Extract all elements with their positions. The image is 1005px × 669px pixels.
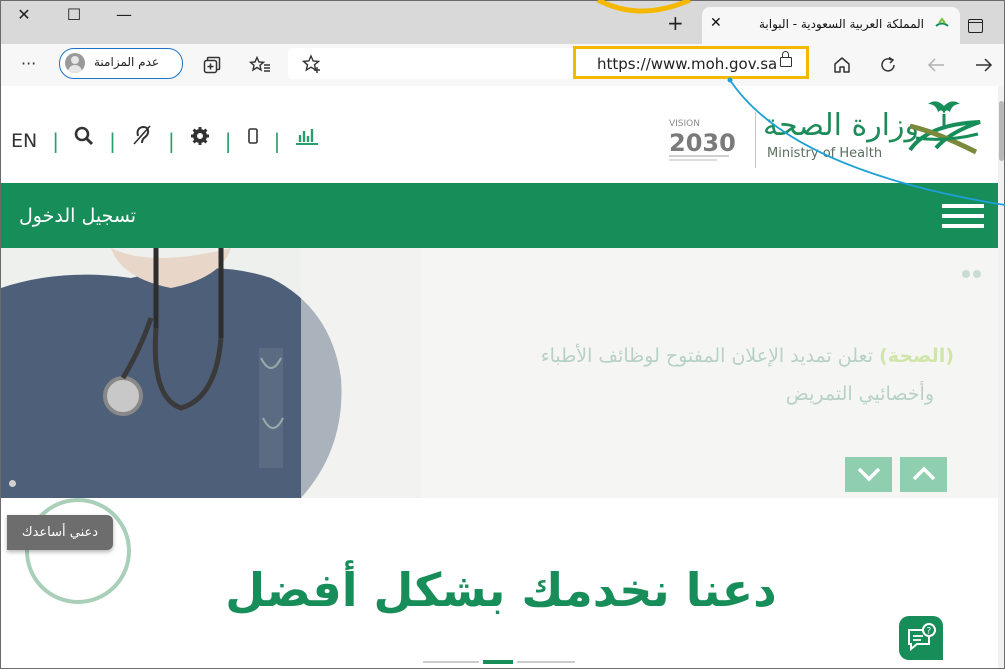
vision-2030-logo: VISION 2030 (669, 119, 736, 161)
favorites-icon[interactable] (249, 56, 271, 74)
mobile-icon[interactable] (247, 126, 259, 146)
gear-icon[interactable] (190, 126, 210, 146)
tab-active[interactable]: ✕ المملكة العربية السعودية - البوابة (702, 7, 960, 44)
tab-favicon-icon (935, 17, 949, 27)
tab-close-icon[interactable]: ✕ (710, 15, 722, 31)
add-favorite-icon[interactable] (302, 54, 322, 74)
chat-icon: ? (908, 623, 936, 652)
ministry-logo-icon[interactable] (906, 98, 984, 158)
slider-indicator[interactable] (9, 480, 16, 487)
back-icon[interactable] (927, 57, 945, 73)
hero-headline-line2[interactable]: وأخصائيي التمريض (601, 383, 934, 405)
svg-text:VISION: VISION (669, 119, 700, 129)
hero-slider: (الصحة) تعلن تمديد الإعلان المفتوح لوظائ… (1, 248, 998, 498)
browser-window: ✕ ☐ — + ✕ المملكة العربية السعودية - الب… (0, 0, 1005, 669)
ministry-name-arabic: وزارة الصحة (763, 108, 919, 143)
minimize-window-button[interactable]: — (109, 4, 139, 26)
close-icon: ✕ (17, 5, 31, 24)
close-window-button[interactable]: ✕ (9, 4, 39, 26)
navigation-bar: ··· عدم المزامنة https://www.moh.gov.sa (1, 44, 1004, 87)
slider-down-button[interactable] (845, 457, 892, 492)
divider: | (109, 128, 116, 153)
section-indicator (517, 661, 575, 663)
section-indicator (423, 661, 479, 663)
tab-actions-icon[interactable] (968, 19, 983, 33)
slider-dots[interactable] (959, 263, 981, 282)
main-navigation-bar: تسجيل الدخول (1, 183, 998, 248)
divider: | (52, 128, 60, 153)
home-icon[interactable] (833, 56, 851, 74)
url-text[interactable]: https://www.moh.gov.sa (597, 55, 777, 73)
svg-text:2030: 2030 (669, 129, 736, 157)
login-link[interactable]: تسجيل الدخول (19, 205, 136, 227)
more-icon[interactable]: ··· (21, 54, 36, 73)
search-icon[interactable] (74, 126, 94, 146)
divider: | (273, 128, 281, 153)
profile-button[interactable]: عدم المزامنة (59, 48, 183, 79)
hamburger-menu-icon[interactable] (942, 204, 984, 230)
help-me-button[interactable]: دعني أساعدك (7, 515, 113, 550)
divider: | (224, 128, 232, 153)
page-title: دعنا نخدمك بشكل أفضل (225, 563, 777, 617)
tab-title: المملكة العربية السعودية - البوابة (759, 17, 924, 31)
hearing-icon[interactable] (131, 124, 153, 146)
profile-label: عدم المزامنة (94, 55, 160, 69)
divider: | (167, 128, 175, 153)
chevron-down-icon (857, 467, 881, 482)
maximize-icon: ☐ (66, 5, 82, 24)
scrollbar[interactable] (998, 86, 1004, 668)
help-ring-decoration (25, 498, 131, 604)
maximize-window-button[interactable]: ☐ (59, 4, 89, 26)
doctor-image (1, 248, 421, 498)
title-bar: ✕ ☐ — + ✕ المملكة العربية السعودية - الب… (1, 1, 1004, 44)
statistics-icon[interactable] (295, 126, 319, 146)
section-indicator-active (483, 660, 513, 664)
avatar (65, 53, 85, 73)
chat-button[interactable]: ? (899, 616, 943, 660)
ministry-name-english: Ministry of Health (767, 146, 883, 161)
collections-icon[interactable] (203, 56, 221, 74)
svg-text:?: ? (927, 627, 932, 637)
lock-icon[interactable] (780, 51, 792, 67)
minimize-icon: — (116, 5, 132, 24)
chevron-up-icon (912, 466, 936, 481)
accessibility-toolbar: EN | | | | | (11, 124, 319, 153)
forward-icon[interactable] (975, 57, 993, 73)
new-tab-button[interactable]: + (667, 11, 684, 35)
hero-headline[interactable]: (الصحة) تعلن تمديد الإعلان المفتوح لوظائ… (409, 345, 954, 367)
slider-up-button[interactable] (900, 457, 947, 492)
refresh-icon[interactable] (879, 56, 897, 74)
logo-divider (755, 112, 756, 168)
scrollbar-thumb[interactable] (999, 101, 1004, 161)
language-toggle[interactable]: EN (11, 130, 37, 152)
site-header: EN | | | | | VISION 2030 وزارة الصحة Min… (1, 86, 1004, 183)
